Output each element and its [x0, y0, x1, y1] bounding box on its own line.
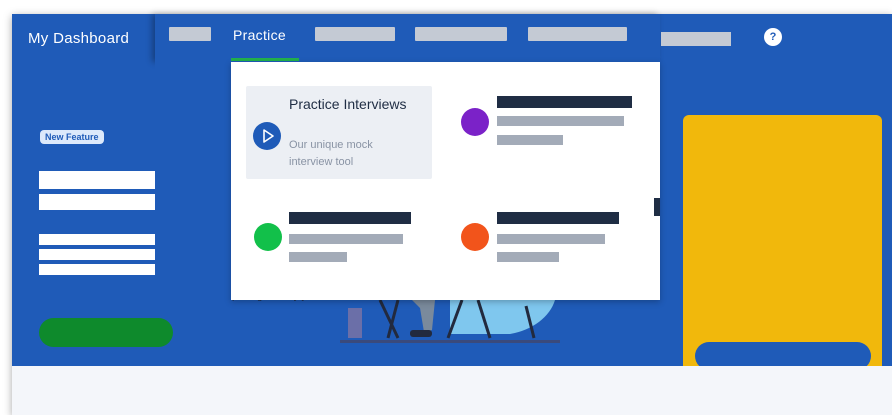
menu-item-icon: [461, 223, 489, 251]
menu-item-icon: [461, 108, 489, 136]
side-promo-card: [683, 115, 882, 400]
question-icon[interactable]: ?: [764, 28, 782, 46]
play-icon: [253, 122, 281, 150]
background-peek-mark: [654, 198, 660, 216]
menu-item-title-placeholder: [289, 212, 411, 224]
nav-overlay-strip: [155, 62, 231, 300]
nav-item-placeholder[interactable]: [661, 32, 731, 46]
menu-item-text-placeholder: [497, 252, 559, 262]
menu-item-text-placeholder: [497, 135, 563, 145]
menu-item-title-placeholder: [497, 212, 619, 224]
new-feature-badge: New Feature: [40, 130, 104, 144]
nav-item-placeholder[interactable]: [528, 27, 627, 41]
promo-text-placeholder: [39, 234, 169, 245]
nav-item-placeholder[interactable]: [169, 27, 211, 41]
promo-text-placeholder: [39, 249, 169, 260]
nav-active-indicator: [231, 58, 299, 61]
menu-item-title: Practice Interviews: [289, 96, 407, 112]
app-title[interactable]: My Dashboard: [28, 30, 129, 47]
nav-item-placeholder[interactable]: [415, 27, 507, 41]
menu-item-text-placeholder: [289, 234, 403, 244]
content-area: [12, 366, 892, 415]
try-now-button[interactable]: [39, 318, 173, 347]
nav-item-placeholder[interactable]: [315, 27, 395, 41]
promo-heading-placeholder: [39, 194, 169, 210]
nav-item-practice[interactable]: Practice: [233, 27, 286, 43]
practice-dropdown-menu: Practice Interviews Our unique mock inte…: [231, 62, 660, 300]
menu-item-title-placeholder: [497, 96, 632, 108]
top-nav: Practice: [155, 14, 660, 62]
menu-item-text-placeholder: [289, 252, 347, 262]
menu-item-icon: [254, 223, 282, 251]
promo-heading-placeholder: [39, 171, 169, 189]
promo-text-placeholder: [39, 264, 169, 275]
menu-item-text-placeholder: [497, 234, 605, 244]
menu-item-text-placeholder: [497, 116, 624, 126]
menu-item-description: Our unique mock interview tool: [289, 139, 373, 168]
